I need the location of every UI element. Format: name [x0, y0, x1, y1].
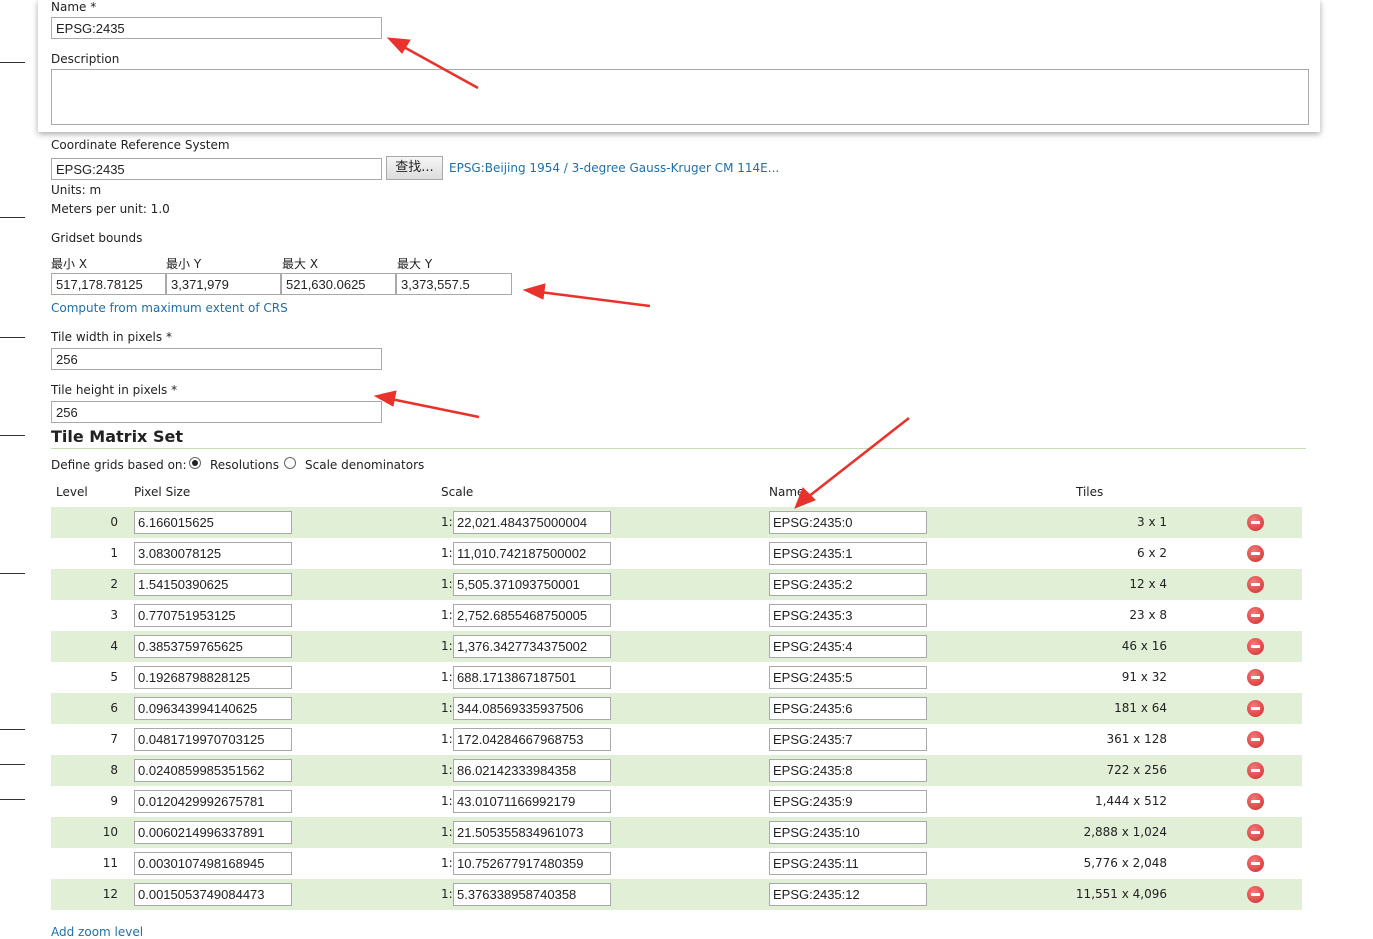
arrow-to-tile-height: [390, 397, 480, 419]
arrow-to-name: [386, 37, 411, 54]
arrow-to-tile-height: [373, 390, 397, 407]
arrow-to-name-column: [794, 487, 816, 509]
arrow-to-bounds: [522, 283, 546, 300]
arrow-to-name: [401, 44, 479, 90]
annotation-arrows: [373, 37, 910, 509]
arrow-to-bounds: [539, 290, 651, 308]
arrow-to-name-column: [807, 417, 910, 498]
